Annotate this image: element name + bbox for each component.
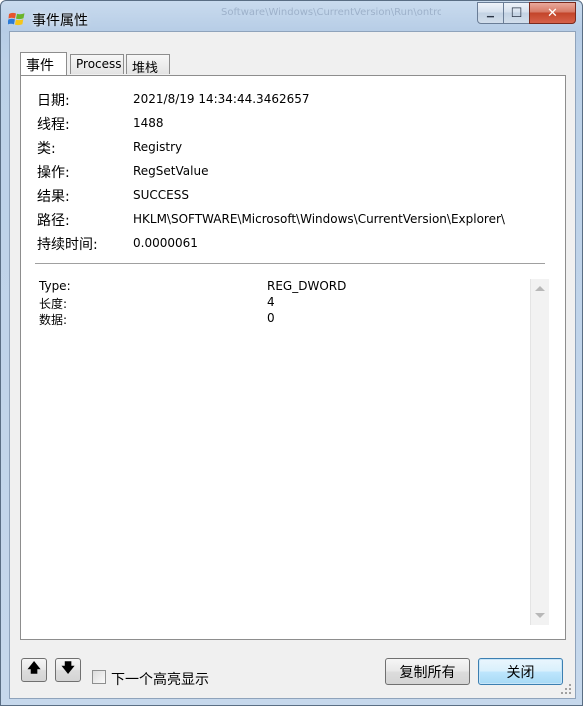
close-button[interactable]: 关闭 [478,658,563,685]
close-window-button[interactable]: ✕ [529,2,576,24]
property-label: 线程: [37,117,70,133]
highlight-next-label: 下一个高亮显示 [111,672,209,688]
maximize-button[interactable]: ☐ [503,2,530,24]
detail-list[interactable]: Type: REG_DWORD 长度: 4 数据: 0 [35,279,549,625]
next-event-button[interactable]: 🡇 [55,658,81,682]
maximize-icon: ☐ [510,5,523,21]
property-value: RegSetValue [133,164,209,178]
property-value: 1488 [133,116,164,130]
highlight-next-checkbox[interactable] [92,670,106,684]
detail-label: 数据: [39,313,68,327]
window-title: 事件属性 [32,13,88,29]
event-properties-window: 事件属性 Software\Windows\CurrentVersion\Run… [0,0,583,706]
property-label: 日期: [37,93,70,109]
detail-label: Type: [39,279,71,293]
copy-all-button[interactable]: 复制所有 [385,658,470,685]
detail-value: REG_DWORD [267,279,347,293]
property-label: 操作: [37,165,70,181]
vertical-scrollbar[interactable] [530,279,549,625]
scroll-up-icon[interactable] [535,286,545,291]
close-icon: ✕ [547,5,558,21]
tab-event[interactable]: 事件 [20,52,67,75]
tab-process[interactable]: Process [70,54,124,74]
tab-label: 堆栈 [132,61,159,76]
property-value: SUCCESS [133,188,189,202]
detail-value: 4 [267,295,275,309]
property-label: 持续时间: [37,237,98,253]
property-value: 2021/8/19 14:34:44.3462657 [133,92,310,106]
close-label: 关闭 [506,664,535,681]
arrow-up-icon: 🡅 [27,661,41,676]
tab-stack[interactable]: 堆栈 [126,54,170,76]
detail-label: 长度: [39,297,68,311]
property-label: 路径: [37,213,70,229]
title-bar[interactable]: 事件属性 Software\Windows\CurrentVersion\Run… [1,1,582,33]
property-value: Registry [133,140,183,154]
property-value: 0.0000061 [133,236,198,250]
minimize-button[interactable]: ▁ [477,2,504,24]
tab-panel-event: 日期: 2021/8/19 14:34:44.3462657 线程: 1488 … [20,75,566,640]
copy-all-label: 复制所有 [399,664,456,681]
property-label: 结果: [37,189,70,205]
scroll-down-icon[interactable] [535,613,545,618]
windows-flag-icon [8,12,25,26]
arrow-down-icon: 🡇 [61,661,75,676]
resize-grip-icon[interactable] [560,683,572,695]
caption-buttons: ▁ ☐ ✕ [477,2,576,24]
tab-label: Process [76,57,122,71]
property-label: 类: [37,141,56,157]
previous-event-button[interactable]: 🡅 [21,658,47,682]
title-background-text: Software\Windows\CurrentVersion\Run\ontr… [221,7,441,18]
tab-label: 事件 [26,58,54,74]
minimize-icon: ▁ [487,8,494,18]
separator-line [35,263,545,264]
detail-value: 0 [267,311,275,325]
dialog-body: 事件 Process 堆栈 日期: 2021/8/19 14:34:44.346… [9,31,576,699]
property-value: HKLM\SOFTWARE\Microsoft\Windows\CurrentV… [133,212,505,226]
